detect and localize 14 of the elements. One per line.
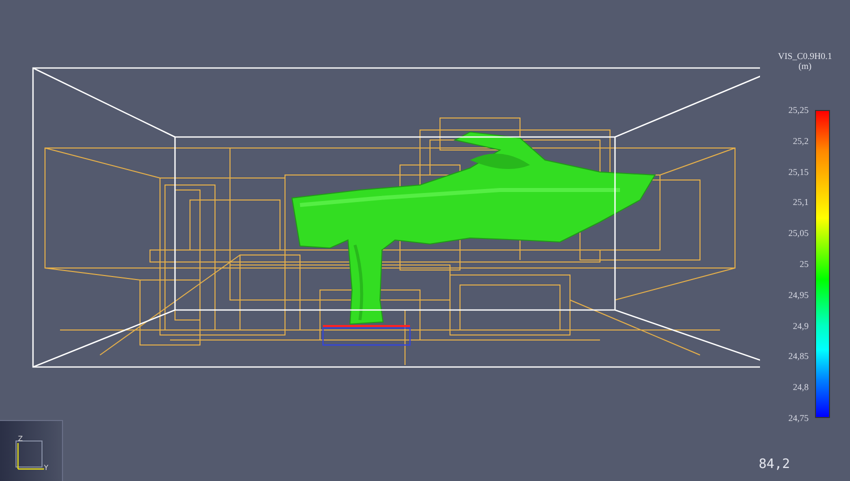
colorbar-tick-label: 24,85 — [788, 350, 809, 362]
colorbar-tick-label: 24,75 — [788, 412, 809, 424]
legend-unit: (m) — [798, 61, 812, 71]
colorbar-tick-label: 25 — [800, 258, 809, 270]
colorbar-tick-label: 25,15 — [788, 166, 809, 178]
colorbar-tick-label: 25,2 — [792, 134, 809, 147]
colorbar-tick-label: 25,25 — [788, 104, 809, 116]
legend-title: VIS_C0.9H0.1 — [778, 51, 832, 61]
colorbar-tick-label: 25,05 — [788, 227, 809, 240]
colorbar-tick-label: 24,95 — [788, 288, 809, 301]
colorbar-tick-label: 24,9 — [792, 320, 809, 332]
colorbar-tick-label: 25,1 — [792, 196, 809, 208]
time-label: 84,2 — [758, 457, 790, 472]
colorbar-tick-label: 24,8 — [792, 381, 809, 394]
